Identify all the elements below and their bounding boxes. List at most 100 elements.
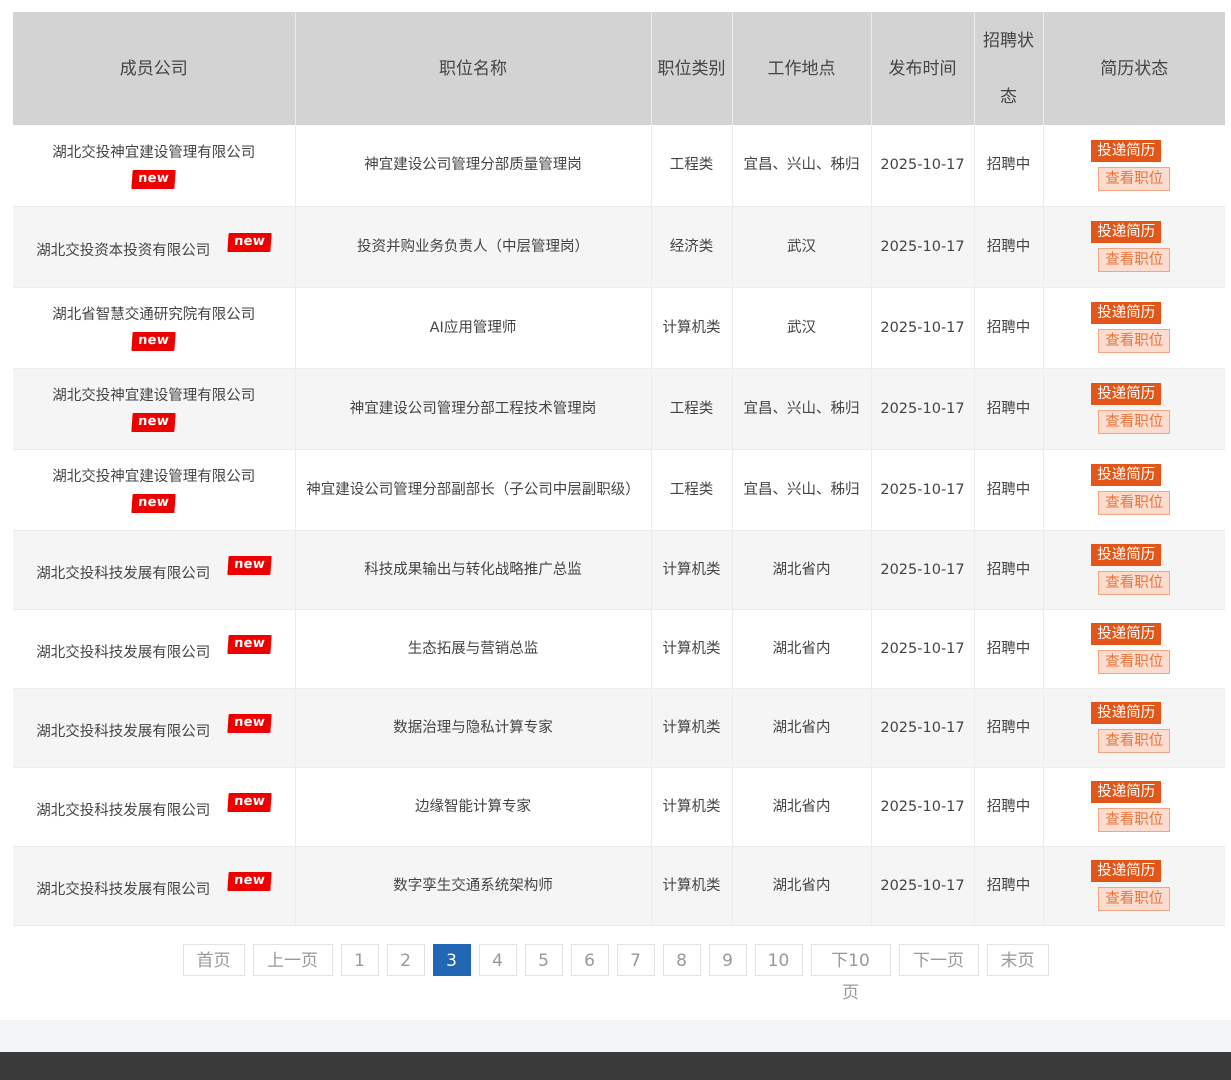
position-link[interactable]: 数字孪生交通系统架构师 (393, 878, 553, 894)
position-link[interactable]: 科技成果输出与转化战略推广总监 (364, 562, 582, 578)
table-row: 湖北交投神宜建设管理有限公司 new 神宜建设公司管理分部工程技术管理岗 工程类 宜昌、… (13, 368, 1225, 450)
position-cell: 神宜建设公司管理分部工程技术管理岗 (295, 368, 652, 450)
company-cell: 湖北交投科技发展有限公司 new (13, 530, 296, 610)
position-link[interactable]: 神宜建设公司管理分部质量管理岗 (364, 157, 582, 173)
view-position-button[interactable]: 查看职位 (1098, 329, 1171, 353)
position-link[interactable]: 边缘智能计算专家 (415, 799, 531, 815)
status-cell: 招聘中 (974, 125, 1044, 207)
view-position-button[interactable]: 查看职位 (1098, 808, 1171, 832)
page-6-button[interactable]: 6 (570, 944, 609, 976)
company-cell: 湖北省智慧交通研究院有限公司 new (13, 287, 296, 369)
page-4-button[interactable]: 4 (478, 944, 517, 976)
apply-resume-button[interactable]: 投递简历 (1091, 302, 1162, 324)
position-link[interactable]: 投资并购业务负责人（中层管理岗） (357, 239, 589, 255)
page-next-button[interactable]: 下一页 (898, 944, 979, 976)
status-cell: 招聘中 (974, 530, 1044, 610)
position-link[interactable]: 神宜建设公司管理分部工程技术管理岗 (350, 401, 597, 417)
position-link[interactable]: AI应用管理师 (430, 320, 517, 336)
apply-resume-button[interactable]: 投递简历 (1091, 702, 1162, 724)
date-cell: 2025-10-17 (871, 449, 975, 531)
resume-cell: 投递简历查看职位 (1043, 449, 1225, 531)
table-row: 湖北交投科技发展有限公司 new 科技成果输出与转化战略推广总监 计算机类 湖北省内 20… (13, 530, 1225, 610)
apply-resume-button[interactable]: 投递简历 (1091, 221, 1162, 243)
view-position-button[interactable]: 查看职位 (1098, 571, 1171, 595)
position-cell: 科技成果输出与转化战略推广总监 (295, 530, 652, 610)
location-cell: 宜昌、兴山、秭归 (732, 125, 872, 207)
category-cell: 计算机类 (651, 688, 733, 768)
page-1-button[interactable]: 1 (340, 944, 379, 976)
page-7-button[interactable]: 7 (616, 944, 655, 976)
header-category: 职位类别 (651, 12, 733, 125)
category-cell: 计算机类 (651, 530, 733, 610)
position-cell: 边缘智能计算专家 (295, 767, 652, 847)
category-cell: 工程类 (651, 125, 733, 207)
company-name: 湖北交投科技发展有限公司 (36, 723, 211, 740)
table-row: 湖北交投资本投资有限公司 new 投资并购业务负责人（中层管理岗） 经济类 武汉 2025… (13, 206, 1225, 288)
apply-resume-button[interactable]: 投递简历 (1091, 464, 1162, 486)
company-name: 湖北交投科技发展有限公司 (36, 644, 211, 661)
category-cell: 工程类 (651, 449, 733, 531)
company-cell: 湖北交投科技发展有限公司 new (13, 609, 296, 689)
resume-cell: 投递简历查看职位 (1043, 609, 1225, 689)
location-cell: 湖北省内 (732, 688, 872, 768)
apply-resume-button[interactable]: 投递简历 (1091, 623, 1162, 645)
table-header-row: 成员公司 职位名称 职位类别 工作地点 发布时间 招聘状态 简历状态 (13, 12, 1225, 125)
location-cell: 湖北省内 (732, 767, 872, 847)
position-cell: 数字孪生交通系统架构师 (295, 846, 652, 926)
header-location: 工作地点 (732, 12, 872, 125)
status-cell: 招聘中 (974, 609, 1044, 689)
page-8-button[interactable]: 8 (662, 944, 701, 976)
page-2-button[interactable]: 2 (386, 944, 425, 976)
page-last-button[interactable]: 末页 (986, 944, 1049, 976)
page-next10-button[interactable]: 下10页 (810, 944, 891, 1003)
company-name: 湖北交投科技发展有限公司 (36, 565, 211, 582)
view-position-button[interactable]: 查看职位 (1098, 491, 1171, 515)
date-cell: 2025-10-17 (871, 609, 975, 689)
location-cell: 湖北省内 (732, 846, 872, 926)
category-cell: 计算机类 (651, 846, 733, 926)
date-cell: 2025-10-17 (871, 846, 975, 926)
company-cell: 湖北交投资本投资有限公司 new (13, 206, 296, 288)
date-cell: 2025-10-17 (871, 287, 975, 369)
company-cell: 湖北交投神宜建设管理有限公司 new (13, 449, 296, 531)
view-position-button[interactable]: 查看职位 (1098, 166, 1171, 191)
table-row: 湖北交投科技发展有限公司 new 数据治理与隐私计算专家 计算机类 湖北省内 2025-1… (13, 688, 1225, 768)
page-5-button[interactable]: 5 (524, 944, 563, 976)
page-prev-button[interactable]: 上一页 (252, 944, 333, 976)
footer-strip (0, 1020, 1231, 1052)
page-9-button[interactable]: 9 (708, 944, 747, 976)
view-position-button[interactable]: 查看职位 (1098, 650, 1171, 674)
new-badge: new (131, 494, 176, 513)
page-first-button[interactable]: 首页 (182, 944, 245, 976)
new-badge: new (227, 556, 272, 575)
table-row: 湖北交投神宜建设管理有限公司 new 神宜建设公司管理分部质量管理岗 工程类 宜昌、兴山… (13, 125, 1225, 207)
company-cell: 湖北交投科技发展有限公司 new (13, 846, 296, 926)
apply-resume-button[interactable]: 投递简历 (1091, 860, 1162, 882)
position-link[interactable]: 数据治理与隐私计算专家 (393, 720, 553, 736)
jobs-table: 成员公司 职位名称 职位类别 工作地点 发布时间 招聘状态 简历状态 湖北交投神… (13, 12, 1225, 926)
new-badge: new (227, 714, 272, 733)
view-position-button[interactable]: 查看职位 (1098, 248, 1171, 272)
table-row: 湖北交投科技发展有限公司 new 边缘智能计算专家 计算机类 湖北省内 2025-10-1… (13, 767, 1225, 847)
page-10-button[interactable]: 10 (754, 944, 803, 976)
page-3-button[interactable]: 3 (432, 944, 471, 976)
header-resume: 简历状态 (1043, 12, 1225, 125)
new-badge: new (131, 413, 176, 432)
apply-resume-button[interactable]: 投递简历 (1091, 383, 1162, 405)
view-position-button[interactable]: 查看职位 (1098, 887, 1171, 911)
date-cell: 2025-10-17 (871, 767, 975, 847)
position-link[interactable]: 生态拓展与营销总监 (408, 641, 539, 657)
apply-resume-button[interactable]: 投递简历 (1091, 544, 1162, 566)
view-position-button[interactable]: 查看职位 (1098, 729, 1171, 753)
location-cell: 武汉 (732, 206, 872, 288)
apply-resume-button[interactable]: 投递简历 (1091, 781, 1162, 803)
status-cell: 招聘中 (974, 368, 1044, 450)
view-position-button[interactable]: 查看职位 (1098, 410, 1171, 434)
category-cell: 计算机类 (651, 287, 733, 369)
category-cell: 计算机类 (651, 609, 733, 689)
date-cell: 2025-10-17 (871, 206, 975, 288)
table-row: 湖北交投科技发展有限公司 new 数字孪生交通系统架构师 计算机类 湖北省内 2025-1… (13, 846, 1225, 926)
category-cell: 经济类 (651, 206, 733, 288)
position-link[interactable]: 神宜建设公司管理分部副部长（子公司中层副职级） (306, 482, 640, 498)
apply-resume-button[interactable]: 投递简历 (1091, 139, 1162, 162)
